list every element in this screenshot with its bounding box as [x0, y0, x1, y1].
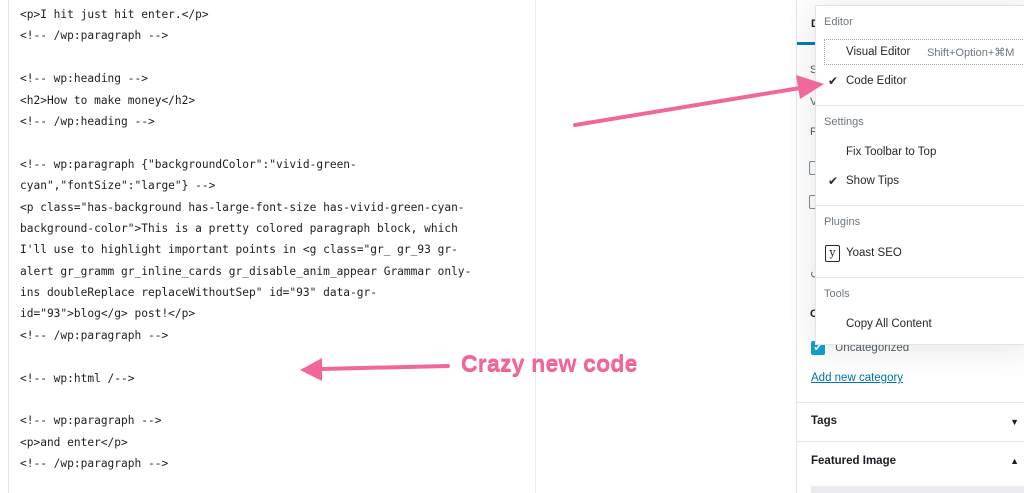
code-editor-menu-item[interactable]: ✔ Code Editor [816, 68, 1024, 94]
show-tips-menu-item[interactable]: ✔ Show Tips [816, 168, 1024, 194]
code-line: <!-- wp:html /--> [20, 371, 135, 385]
check-icon: ✔ [828, 174, 839, 188]
menu-item-label: Fix Toolbar to Top [846, 146, 937, 158]
add-new-category-link[interactable]: Add new category [811, 372, 903, 384]
code-line: <h2>How to make money</h2> [20, 93, 196, 107]
divider [797, 402, 1024, 403]
code-line: <!-- /wp:paragraph --> [20, 29, 169, 43]
menu-item-label: Yoast SEO [846, 247, 902, 259]
menu-item-label: Copy All Content [846, 318, 932, 330]
featured-image-panel-header[interactable]: Featured Image [811, 455, 896, 467]
annotation-label: Crazy new code [461, 350, 638, 376]
menu-group-plugins: Plugins [824, 216, 861, 228]
fix-toolbar-menu-item[interactable]: Fix Toolbar to Top [816, 139, 1024, 165]
menu-separator [816, 277, 1024, 278]
menu-separator [816, 205, 1024, 206]
yoast-icon: y [825, 244, 840, 262]
code-line: <!-- /wp:paragraph --> [20, 328, 169, 342]
menu-item-shortcut: Shift+Option+⌘M [927, 46, 1015, 59]
code-line: id="93">blog</g> post!</p> [20, 307, 196, 321]
caret-up-icon[interactable]: ▲ [1010, 456, 1019, 466]
code-editor-textarea[interactable]: <p>I hit just hit enter.</p> <!-- /wp:par… [20, 4, 520, 475]
code-editor-pane[interactable]: <p>I hit just hit enter.</p> <!-- /wp:par… [8, 0, 799, 493]
visual-editor-menu-item[interactable]: Visual Editor Shift+Option+⌘M [824, 39, 1024, 65]
code-line: <!-- wp:heading --> [20, 72, 148, 86]
menu-item-label: Visual Editor [846, 46, 911, 58]
code-line: background-color">This is a pretty color… [20, 221, 458, 235]
line-length-guide [535, 0, 536, 493]
menu-group-editor: Editor [824, 16, 853, 28]
code-line: <p class="has-background has-large-font-… [20, 200, 465, 214]
menu-item-label: Code Editor [846, 75, 907, 87]
yoast-seo-menu-item[interactable]: y Yoast SEO [816, 240, 1024, 266]
check-icon: ✔ [828, 74, 839, 88]
code-line: <!-- wp:paragraph --> [20, 414, 162, 428]
menu-group-tools: Tools [824, 288, 850, 300]
tags-panel-header[interactable]: Tags [811, 415, 837, 427]
copy-all-content-menu-item[interactable]: Copy All Content [816, 311, 1024, 337]
menu-separator [816, 105, 1024, 106]
more-tools-menu: Editor Visual Editor Shift+Option+⌘M ✔ C… [815, 5, 1024, 345]
code-line: ins doubleReplace replaceWithoutSep" id=… [20, 286, 377, 300]
code-line: <p>I hit just hit enter.</p> [20, 8, 209, 21]
code-line: <!-- /wp:paragraph --> [20, 457, 169, 471]
code-line: I'll use to highlight important points i… [20, 243, 458, 257]
set-featured-image-button[interactable] [811, 486, 1024, 493]
divider [797, 441, 1024, 442]
code-line: <!-- /wp:heading --> [20, 114, 155, 128]
menu-item-label: Show Tips [846, 175, 900, 187]
code-line: cyan","fontSize":"large"} --> [20, 179, 216, 193]
caret-down-icon[interactable]: ▼ [1010, 417, 1019, 427]
code-line: alert gr_gramm gr_inline_cards gr_disabl… [20, 264, 472, 278]
code-line: <!-- wp:paragraph {"backgroundColor":"vi… [20, 157, 357, 171]
menu-group-settings: Settings [824, 116, 864, 128]
active-tab-indicator [797, 42, 817, 45]
code-line: <p>and enter</p> [20, 435, 128, 449]
